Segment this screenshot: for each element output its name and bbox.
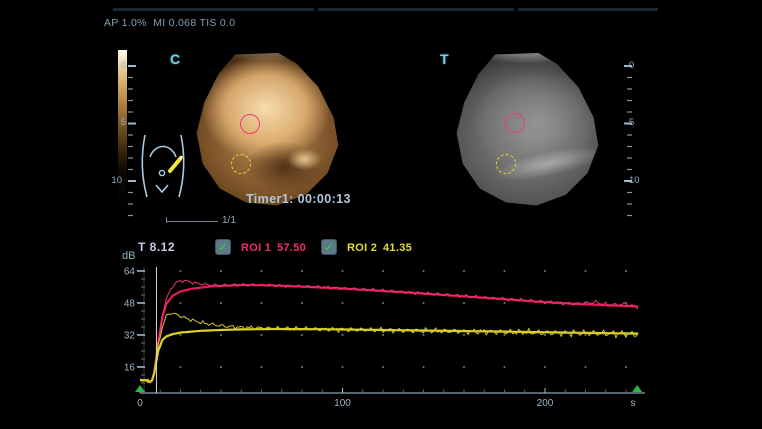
page-indicator: 1/1 <box>222 215 236 226</box>
top-divider-left <box>113 8 314 11</box>
page-indicator-line <box>166 221 218 222</box>
roi1-circle-contrast[interactable] <box>240 114 260 134</box>
depth-label: 5 <box>112 118 126 128</box>
top-divider-center <box>318 8 514 11</box>
timer-readout: Timer1: 00:00:13 <box>246 192 351 206</box>
svg-text:16: 16 <box>124 363 136 374</box>
depth-ruler-right <box>618 56 634 220</box>
roi2-circle-tissue[interactable] <box>496 154 516 174</box>
acoustic-output-readout: AP 1.0% MI 0.068 TIS 0.0 <box>104 17 235 29</box>
svg-text:100: 100 <box>334 398 351 409</box>
series-roi-2-raw <box>140 313 638 382</box>
mode-label-contrast: C <box>170 51 180 67</box>
svg-text:32: 32 <box>124 331 136 342</box>
roi2-circle-contrast[interactable] <box>231 154 251 174</box>
hypoechoic-region <box>192 53 346 207</box>
depth-label: 10 <box>108 176 122 186</box>
range-marker-end[interactable] <box>632 385 642 392</box>
contrast-image[interactable] <box>192 53 346 207</box>
ultrasound-screen: AP 1.0% MI 0.068 TIS 0.0 0 5 10 C Timer1… <box>0 0 762 429</box>
svg-text:s: s <box>631 398 636 409</box>
echogenic-focus <box>192 53 346 207</box>
page-indicator-tick <box>166 217 167 223</box>
tic-chart[interactable]: 64 48 32 16 0 100 200 s <box>100 237 662 412</box>
svg-text:48: 48 <box>124 299 136 310</box>
svg-text:64: 64 <box>124 267 136 278</box>
mode-label-tissue: T <box>440 51 449 67</box>
probe-marker-icon <box>170 159 180 171</box>
depth-label: 0 <box>629 61 643 71</box>
lesion-region <box>452 53 606 207</box>
roi1-circle-tissue[interactable] <box>505 113 525 133</box>
top-divider-right <box>518 8 658 11</box>
tissue-image[interactable] <box>452 53 606 207</box>
depth-label: 10 <box>629 176 643 186</box>
series-roi-1-fitted <box>140 285 638 382</box>
depth-label: 5 <box>629 118 643 128</box>
svg-text:200: 200 <box>537 398 554 409</box>
nearfield-bright-band <box>192 53 346 207</box>
svg-text:0: 0 <box>137 398 143 409</box>
echogenic-band <box>438 39 621 222</box>
body-marker-icon <box>137 133 189 201</box>
depth-label: 0 <box>112 61 126 71</box>
series-roi-2-fitted <box>140 329 638 382</box>
